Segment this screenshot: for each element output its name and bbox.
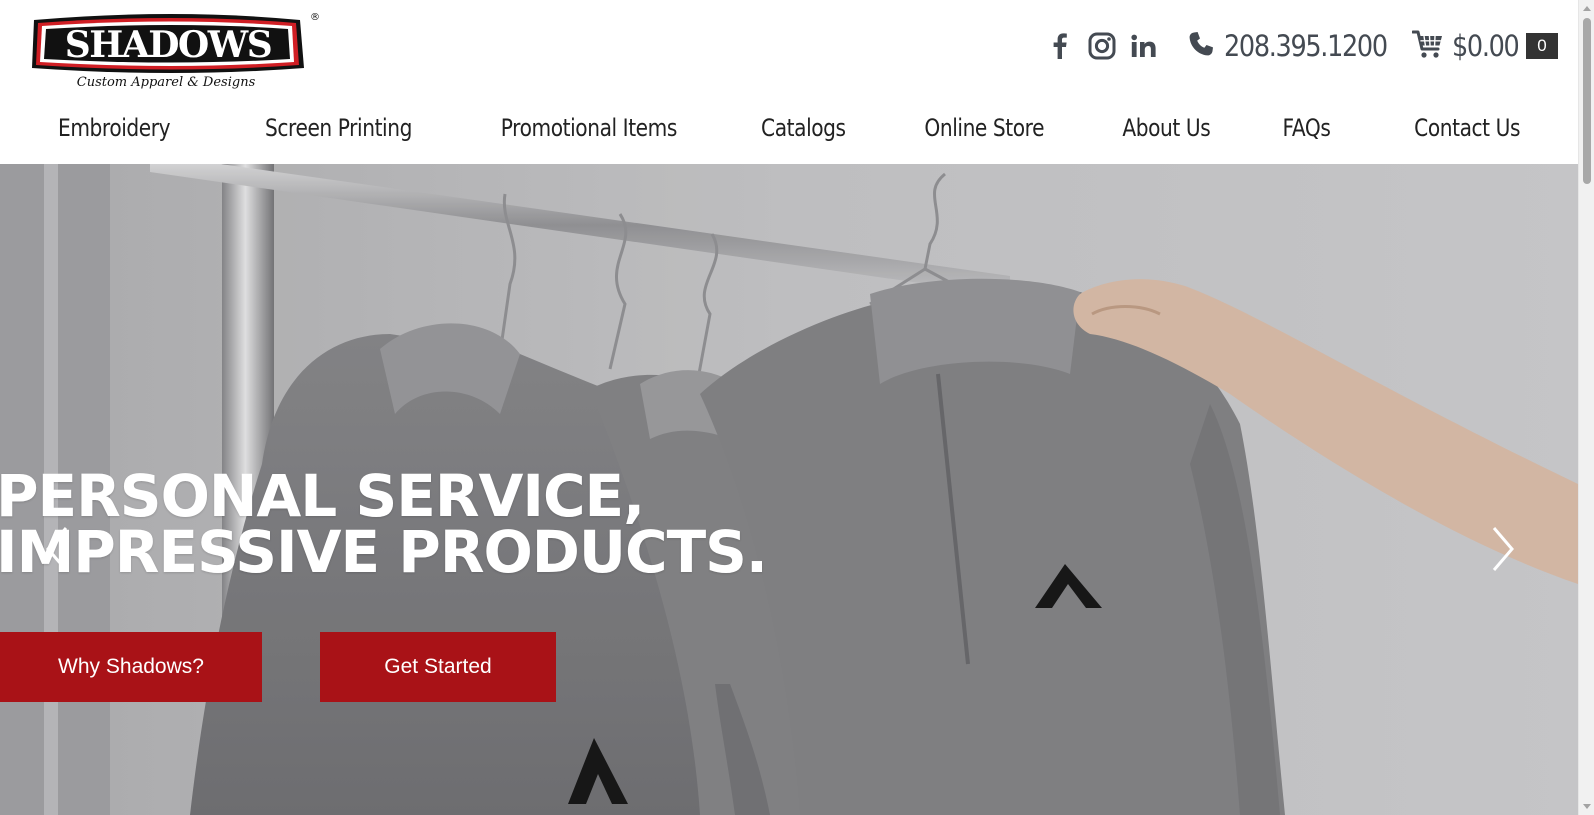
facebook-icon[interactable] [1044, 30, 1076, 62]
main-nav: Embroidery Screen Printing Promotional I… [0, 104, 1578, 152]
cart-count-badge: 0 [1526, 33, 1558, 59]
svg-text:®: ® [310, 12, 320, 23]
svg-text:Custom Apparel & Designs: Custom Apparel & Designs [77, 75, 256, 90]
header-utility-bar: 208.395.1200 $0.00 0 [1034, 26, 1558, 66]
site-header: SHADOWS ® Custom Apparel & Designs 208.3… [0, 0, 1578, 164]
cart-link[interactable]: $0.00 0 [1411, 29, 1558, 64]
chevron-right-icon [1492, 527, 1514, 571]
slider-next-button[interactable] [1488, 524, 1518, 574]
instagram-icon[interactable] [1086, 30, 1118, 62]
cart-icon [1411, 29, 1444, 64]
nav-item-online-store[interactable]: Online Store [924, 114, 1044, 142]
nav-item-embroidery[interactable]: Embroidery [58, 114, 171, 142]
nav-item-about-us[interactable]: About Us [1123, 114, 1211, 142]
get-started-button[interactable]: Get Started [320, 632, 556, 702]
page: SHADOWS ® Custom Apparel & Designs 208.3… [0, 0, 1594, 815]
nav-item-catalogs[interactable]: Catalogs [761, 114, 846, 142]
phone-number: 208.395.1200 [1223, 29, 1388, 63]
chevron-left-icon [46, 527, 68, 571]
slider-prev-button[interactable] [42, 524, 72, 574]
scroll-down-arrow-icon[interactable] [1579, 799, 1594, 815]
shadows-logo[interactable]: SHADOWS ® Custom Apparel & Designs [28, 10, 320, 94]
hero-slider: PERSONAL SERVICE, IMPRESSIVE PRODUCTS. W… [0, 164, 1578, 815]
nav-item-faqs[interactable]: FAQs [1282, 114, 1330, 142]
linkedin-icon[interactable] [1128, 30, 1160, 62]
svg-text:SHADOWS: SHADOWS [65, 24, 271, 66]
hero-headline-line-2: IMPRESSIVE PRODUCTS. [0, 518, 768, 586]
nav-item-screen-printing[interactable]: Screen Printing [265, 114, 412, 142]
page-scrollbar[interactable] [1578, 0, 1594, 815]
phone-icon [1188, 31, 1214, 62]
why-shadows-button[interactable]: Why Shadows? [0, 632, 262, 702]
phone-link[interactable]: 208.395.1200 [1188, 29, 1389, 63]
hero-headline-line-1: PERSONAL SERVICE, [0, 462, 645, 530]
scrollbar-thumb[interactable] [1583, 18, 1591, 184]
nav-item-contact-us[interactable]: Contact Us [1414, 114, 1520, 142]
hero-headline: PERSONAL SERVICE, IMPRESSIVE PRODUCTS. [0, 462, 768, 586]
nav-item-promotional-items[interactable]: Promotional Items [501, 114, 678, 142]
scroll-up-arrow-icon[interactable] [1579, 0, 1594, 16]
cart-total: $0.00 [1452, 29, 1520, 63]
